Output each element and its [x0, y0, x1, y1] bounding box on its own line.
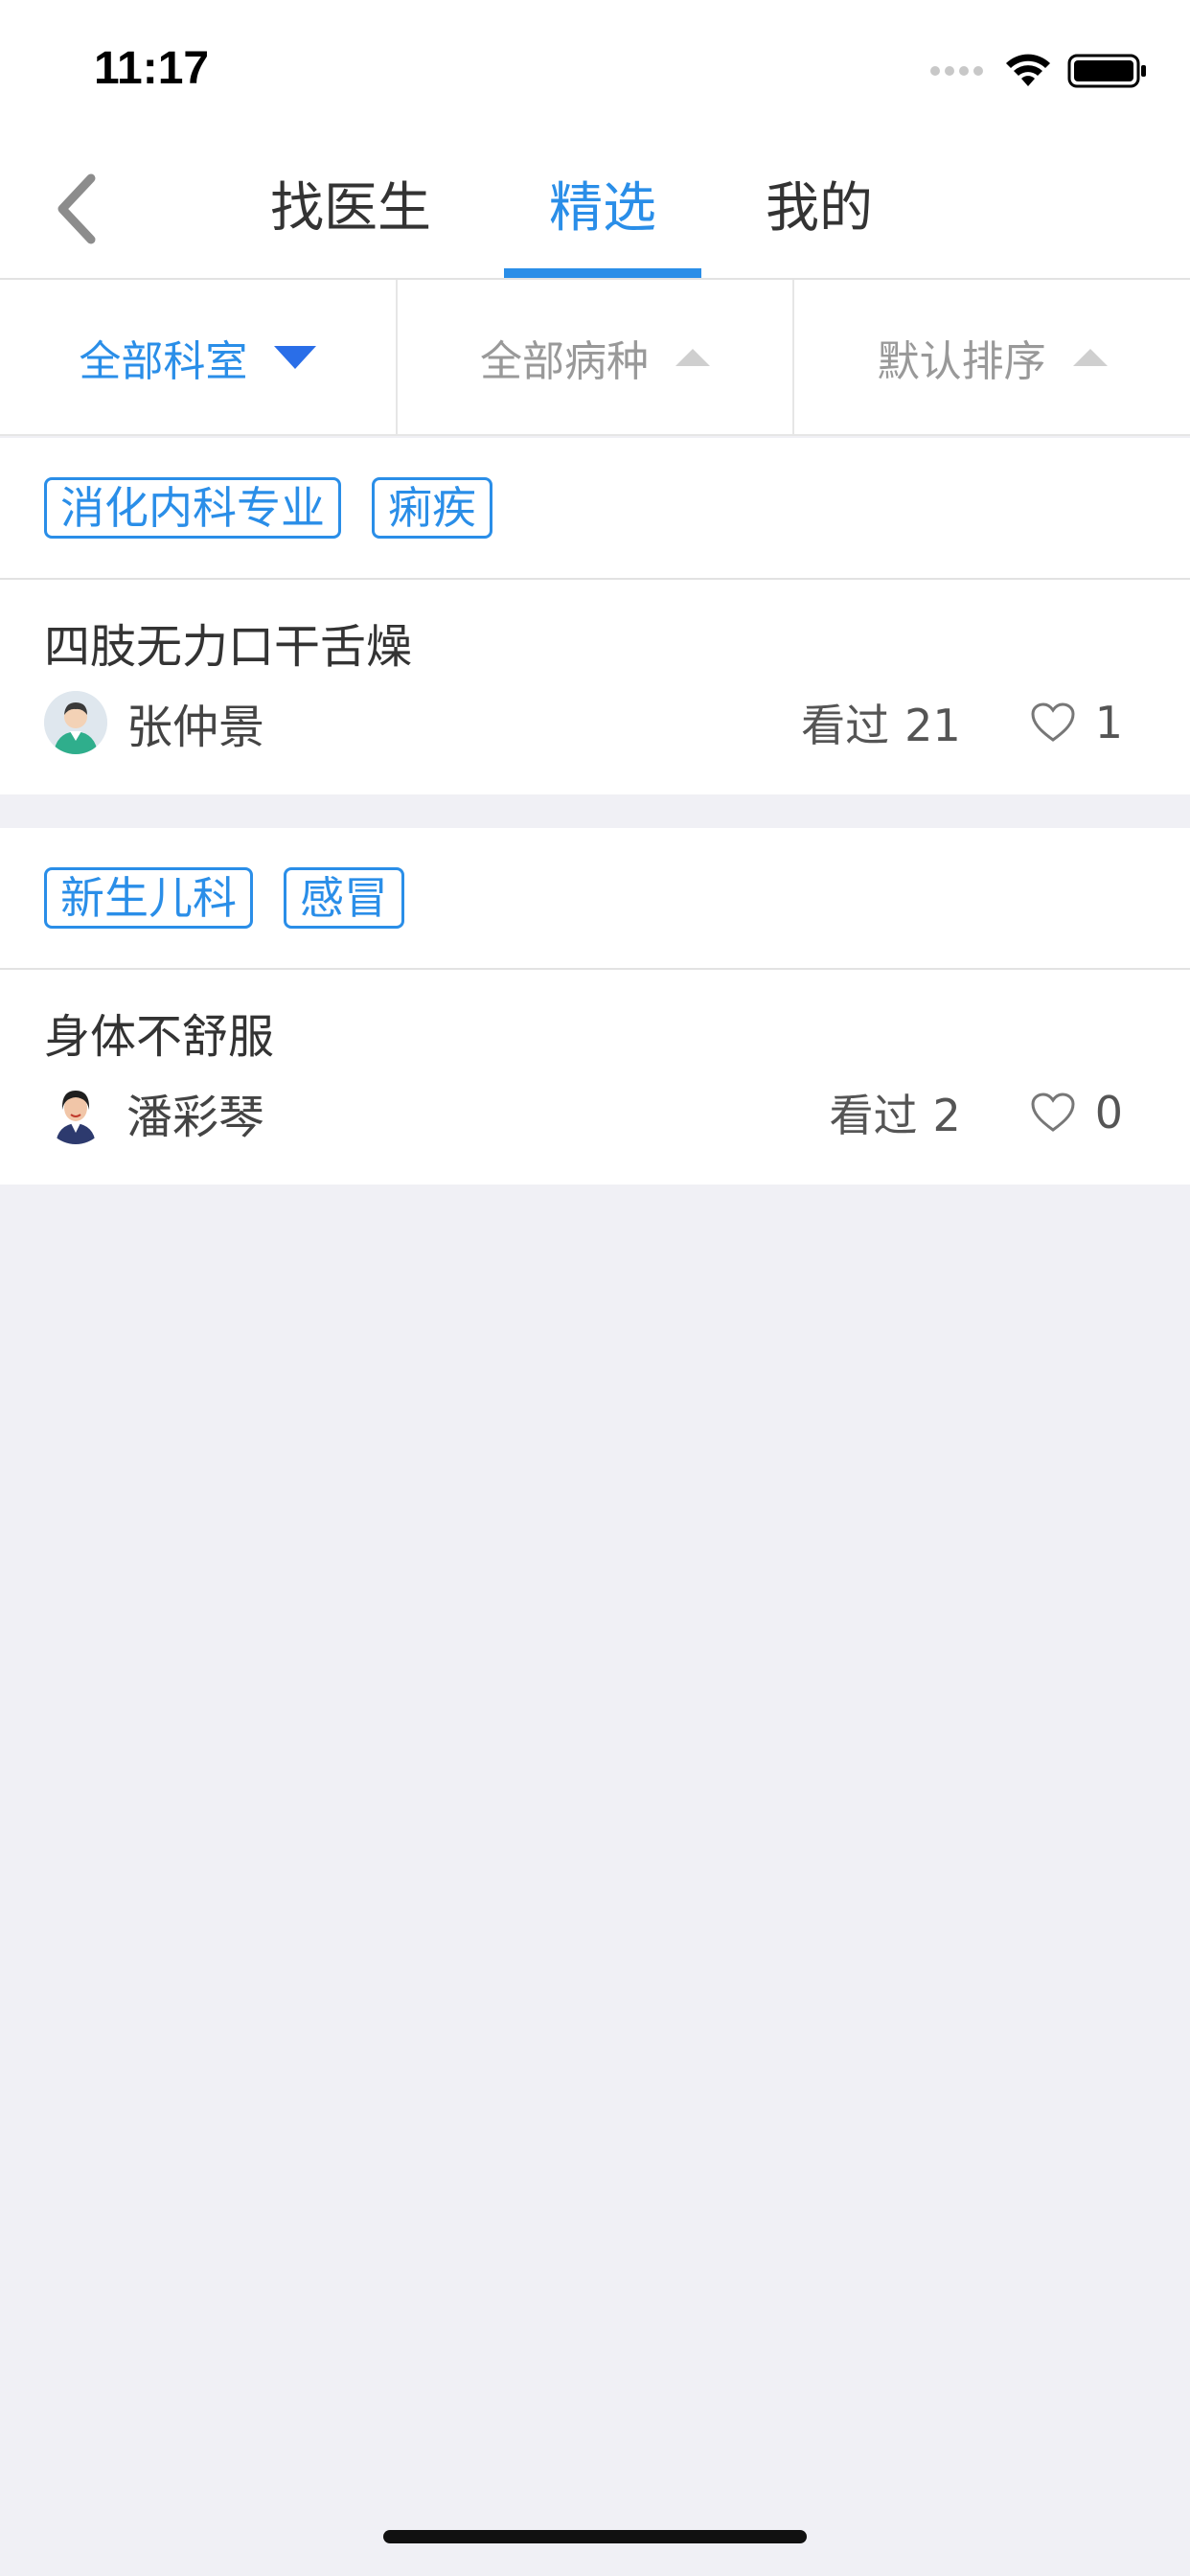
triangle-down-icon	[274, 345, 317, 369]
status-bar: 11:17	[0, 0, 1190, 144]
post-title: 四肢无力口干舌燥	[44, 620, 413, 674]
user-photo-avatar-icon	[44, 1081, 107, 1144]
view-count: 看过 21	[801, 691, 961, 754]
view-count: 看过 2	[829, 1081, 960, 1144]
views-label: 看过	[829, 1090, 918, 1141]
screen: 11:17 找医生 精选 我的 全部科室 全部病种 默认排序 消化内科专业 痢疾…	[0, 0, 1190, 2576]
home-indicator[interactable]	[383, 2530, 807, 2543]
views-label: 看过	[801, 700, 890, 751]
like-button[interactable]: 1	[1030, 697, 1123, 748]
post-meta: 潘彩琴 看过 2 0	[44, 1079, 1123, 1146]
triangle-up-icon	[675, 348, 710, 366]
doctor-avatar-icon	[44, 691, 107, 754]
post-meta: 张仲景 看过 21 1	[44, 689, 1123, 756]
back-button[interactable]	[38, 171, 115, 247]
filter-disease[interactable]: 全部病种	[398, 280, 795, 434]
filter-disease-label: 全部病种	[480, 336, 649, 386]
wifi-icon	[1006, 54, 1050, 86]
tag-department[interactable]: 消化内科专业	[44, 477, 341, 539]
post-card[interactable]: 消化内科专业 痢疾 四肢无力口干舌燥 张仲景 看过 21 1	[0, 438, 1190, 794]
filter-department-label: 全部科室	[79, 336, 248, 386]
like-count: 0	[1094, 1087, 1123, 1138]
post-card[interactable]: 新生儿科 感冒 身体不舒服 潘彩琴 看过 2 0	[0, 828, 1190, 1184]
post-title: 身体不舒服	[44, 1010, 275, 1064]
signal-dots-icon	[930, 66, 983, 76]
avatar	[44, 691, 107, 754]
tag-row: 新生儿科 感冒	[0, 828, 1190, 970]
heart-icon	[1031, 702, 1075, 742]
filter-sort[interactable]: 默认排序	[794, 280, 1190, 434]
views-value: 21	[904, 700, 961, 751]
views-value: 2	[932, 1090, 961, 1141]
tag-disease[interactable]: 感冒	[284, 867, 404, 929]
active-tab-indicator	[504, 268, 701, 278]
like-count: 1	[1094, 697, 1123, 748]
nav-bar: 找医生 精选 我的	[0, 144, 1190, 280]
triangle-up-icon	[1072, 348, 1108, 366]
filter-department[interactable]: 全部科室	[0, 280, 398, 434]
like-button[interactable]: 0	[1030, 1087, 1123, 1138]
heart-icon	[1031, 1092, 1075, 1132]
battery-icon	[1067, 54, 1146, 88]
status-icons	[929, 50, 1148, 92]
tag-department[interactable]: 新生儿科	[44, 867, 253, 929]
author-name: 潘彩琴	[126, 1091, 265, 1144]
chevron-left-icon	[57, 173, 96, 244]
tab-mine[interactable]: 我的	[757, 171, 881, 247]
tag-disease[interactable]: 痢疾	[372, 477, 492, 539]
author-name: 张仲景	[126, 701, 265, 754]
tab-find-doctor[interactable]: 找医生	[264, 171, 437, 247]
status-time: 11:17	[94, 43, 210, 94]
tag-row: 消化内科专业 痢疾	[0, 438, 1190, 580]
tab-featured[interactable]: 精选	[504, 171, 701, 247]
filter-sort-label: 默认排序	[877, 336, 1046, 386]
filter-bar: 全部科室 全部病种 默认排序	[0, 280, 1190, 436]
avatar	[44, 1081, 107, 1144]
